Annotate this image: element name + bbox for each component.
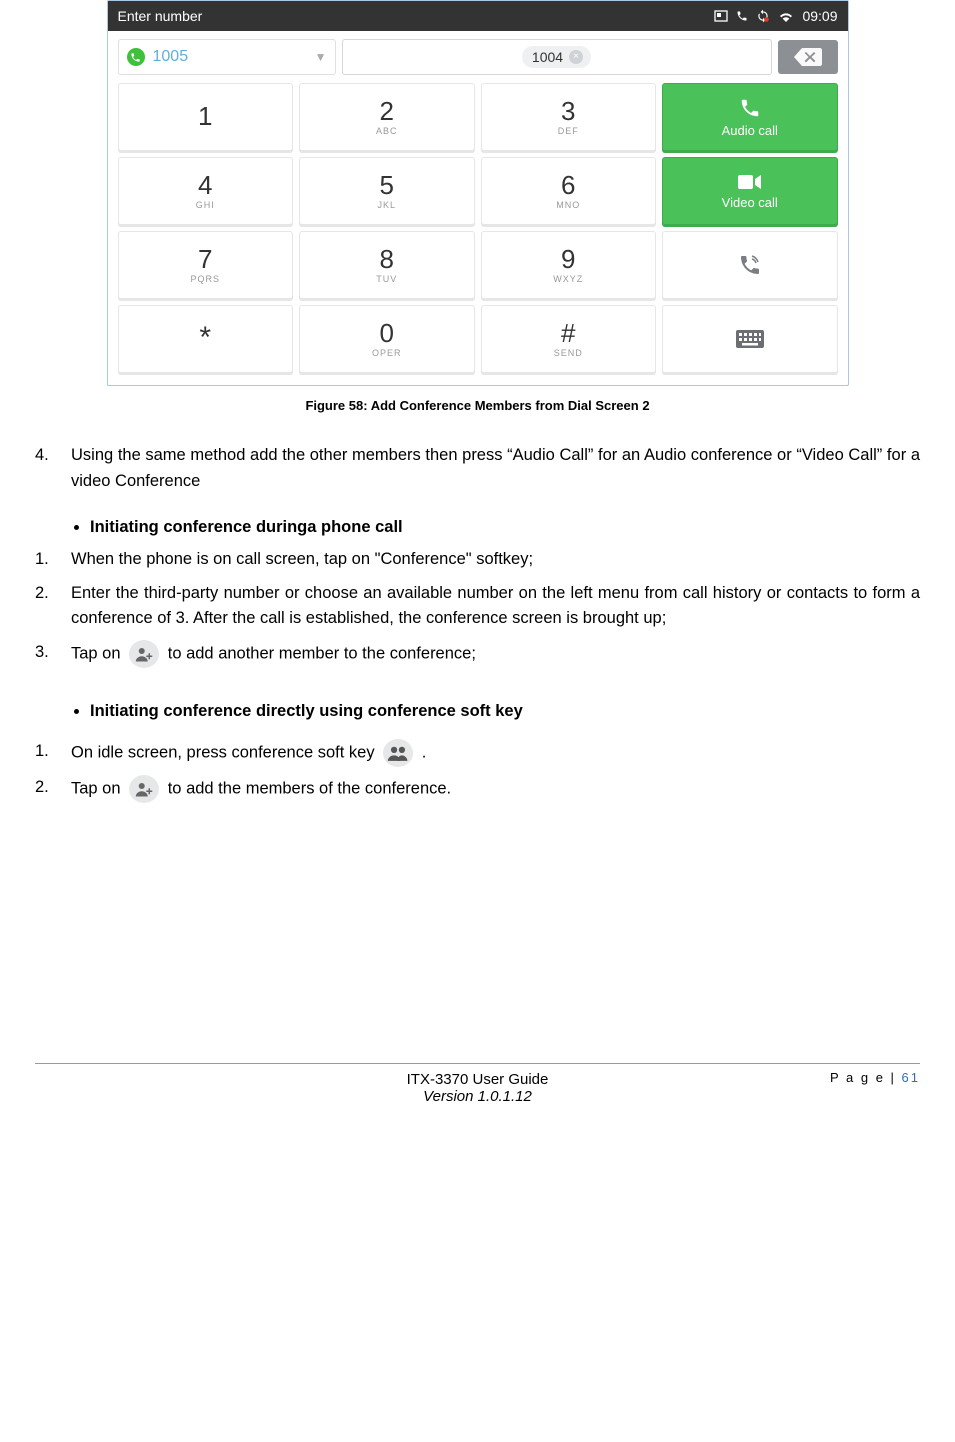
keyboard-icon (736, 330, 764, 348)
keypad-2[interactable]: 2ABC (299, 83, 475, 151)
list-marker: 4. (35, 443, 53, 494)
wifi-icon (778, 10, 794, 22)
keypad-4[interactable]: 4GHI (118, 157, 294, 225)
list-marker: 1. (35, 739, 53, 767)
keypad-9[interactable]: 9WXYZ (481, 231, 657, 299)
keypad-3[interactable]: 3DEF (481, 83, 657, 151)
video-call-button[interactable]: Video call (662, 157, 838, 225)
input-chip[interactable]: 1004 × (522, 46, 591, 68)
list-marker: 2. (35, 775, 53, 803)
figure-screenshot: Enter number 09:09 (35, 0, 920, 386)
page-footer: P a g e | 61 ITX-3370 User Guide Version… (35, 1063, 920, 1105)
speaker-call-button[interactable] (662, 231, 838, 299)
chip-label: 1004 (532, 49, 563, 65)
account-number: 1005 (153, 48, 189, 66)
audio-call-button[interactable]: Audio call (662, 83, 838, 151)
section1-step2-text: Enter the third-party number or choose a… (71, 581, 920, 632)
section-heading-bullet: Initiating conference directly using con… (35, 702, 920, 721)
footer-guide-title: ITX-3370 User Guide (35, 1071, 920, 1088)
section2-step2-text: Tap on to add the members of the confere… (71, 775, 451, 803)
figure-caption: Figure 58: Add Conference Members from D… (35, 398, 920, 413)
chip-remove-icon[interactable]: × (569, 50, 583, 64)
conference-group-icon (383, 739, 413, 767)
account-selector[interactable]: 1005 ▼ (118, 39, 336, 75)
section1-steps: 1. When the phone is on call screen, tap… (35, 547, 920, 668)
section-heading-bullet: Initiating conference duringa phone call (35, 518, 920, 537)
keypad-7[interactable]: 7PQRS (118, 231, 294, 299)
keypad-1[interactable]: 1 (118, 83, 294, 151)
section2-steps: 1. On idle screen, press conference soft… (35, 739, 920, 803)
keypad-8[interactable]: 8TUV (299, 231, 475, 299)
keyboard-toggle-button[interactable] (662, 305, 838, 373)
section1-step3-text: Tap on to add another member to the conf… (71, 640, 476, 668)
section2-heading: Initiating conference directly using con… (90, 702, 920, 721)
add-member-icon (129, 775, 159, 803)
list-marker: 1. (35, 547, 53, 573)
keypad-star[interactable]: * (118, 305, 294, 373)
keypad-hash[interactable]: #SEND (481, 305, 657, 373)
sync-error-icon (756, 9, 770, 23)
section1-step1-text: When the phone is on call screen, tap on… (71, 547, 533, 573)
backspace-button[interactable] (778, 40, 838, 74)
screenshot-icon (714, 10, 728, 22)
status-bar-title: Enter number (118, 8, 715, 24)
video-call-label: Video call (722, 195, 778, 210)
handset-icon (738, 253, 762, 277)
step4-text: Using the same method add the other memb… (71, 443, 920, 494)
section2-step1-text: On idle screen, press conference soft ke… (71, 739, 426, 767)
add-member-icon (129, 640, 159, 668)
number-input[interactable]: 1004 × (342, 39, 772, 75)
phone-status-icon (736, 10, 748, 22)
status-bar-time: 09:09 (802, 8, 837, 24)
phone-account-icon (127, 48, 145, 66)
audio-call-label: Audio call (722, 123, 778, 138)
chevron-down-icon: ▼ (315, 50, 327, 64)
keypad-0[interactable]: 0OPER (299, 305, 475, 373)
step-list-continuing: 4. Using the same method add the other m… (35, 443, 920, 494)
android-status-bar: Enter number 09:09 (108, 1, 848, 31)
list-marker: 2. (35, 581, 53, 632)
keypad-5[interactable]: 5JKL (299, 157, 475, 225)
footer-version: Version 1.0.1.12 (35, 1088, 920, 1105)
section1-heading: Initiating conference duringa phone call (90, 518, 920, 537)
list-marker: 3. (35, 640, 53, 668)
keypad-6[interactable]: 6MNO (481, 157, 657, 225)
